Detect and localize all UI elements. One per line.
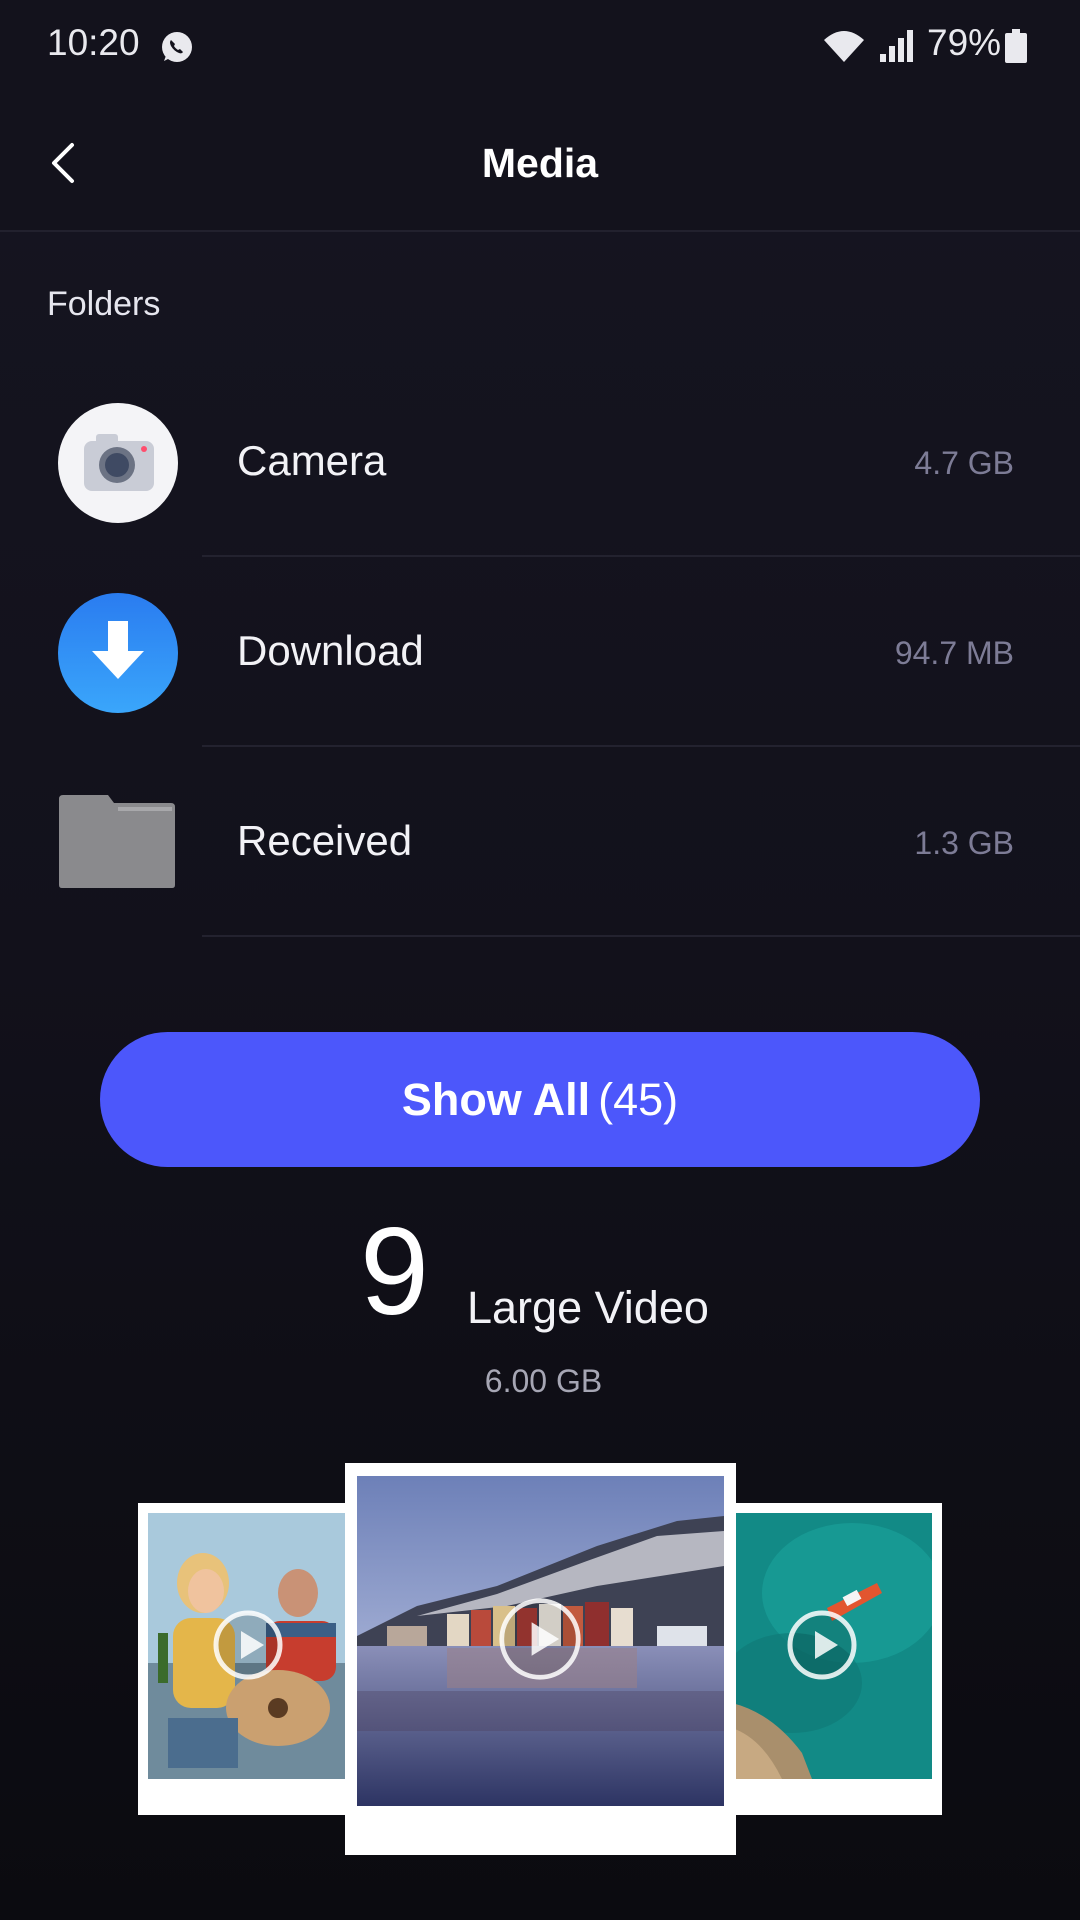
show-all-label: Show All bbox=[401, 1074, 591, 1125]
video-thumbnail-boat[interactable] bbox=[722, 1503, 942, 1815]
status-bar: 10:20 79% bbox=[0, 0, 1080, 95]
divider bbox=[202, 935, 1080, 937]
app-bar: Media bbox=[0, 95, 1080, 232]
video-thumbnail-friends[interactable] bbox=[138, 1503, 358, 1815]
play-icon[interactable] bbox=[786, 1609, 858, 1681]
folder-name: Download bbox=[237, 627, 424, 674]
video-thumbnail-harbor[interactable] bbox=[345, 1463, 736, 1855]
show-all-button[interactable]: Show All (45) bbox=[100, 1032, 980, 1167]
download-icon bbox=[58, 593, 178, 713]
whatsapp-icon bbox=[162, 32, 192, 62]
battery-percent: 79% bbox=[927, 22, 1002, 63]
play-icon[interactable] bbox=[212, 1609, 284, 1681]
show-all-count: (45) bbox=[598, 1074, 679, 1125]
wifi-icon bbox=[824, 31, 864, 62]
large-video-count: 9 bbox=[360, 1203, 429, 1341]
page-title: Media bbox=[481, 140, 599, 186]
folder-item-camera[interactable]: Camera 4.7 GB bbox=[0, 367, 1080, 557]
large-video-label: Large Video bbox=[467, 1282, 709, 1333]
folders-section-title: Folders bbox=[47, 285, 161, 323]
folder-item-download[interactable]: Download 94.7 MB bbox=[0, 557, 1080, 747]
play-icon[interactable] bbox=[497, 1596, 583, 1682]
status-time: 10:20 bbox=[47, 22, 140, 63]
large-video-size: 6.00 GB bbox=[484, 1363, 603, 1399]
folder-item-received[interactable]: Received 1.3 GB bbox=[0, 747, 1080, 937]
folder-size: 4.7 GB bbox=[914, 445, 1014, 481]
signal-icon bbox=[880, 30, 913, 62]
folder-size: 94.7 MB bbox=[894, 635, 1014, 671]
folder-size: 1.3 GB bbox=[914, 825, 1014, 861]
camera-icon bbox=[58, 403, 178, 523]
battery-icon bbox=[1005, 29, 1027, 63]
folder-icon bbox=[59, 795, 175, 888]
folder-name: Camera bbox=[237, 437, 387, 484]
folder-name: Received bbox=[237, 817, 413, 864]
